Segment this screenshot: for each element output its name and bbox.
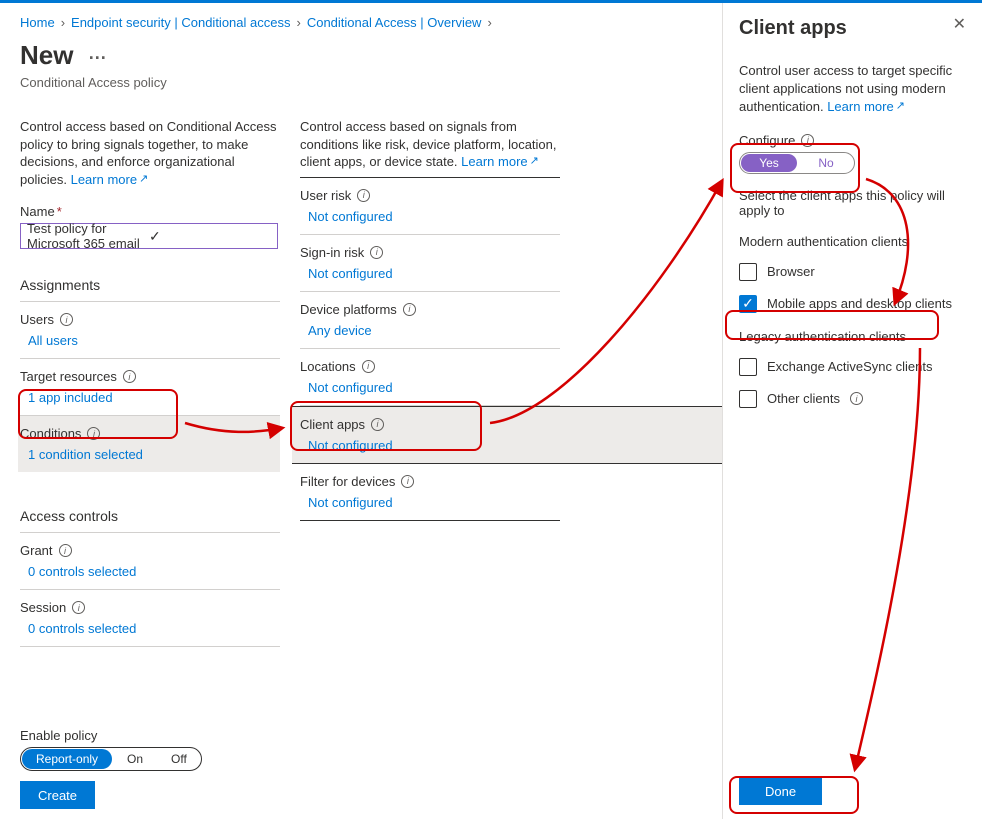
signin-risk-link[interactable]: Not configured bbox=[300, 260, 560, 292]
filter-devices-link[interactable]: Not configured bbox=[300, 489, 560, 521]
enable-policy-label: Enable policy bbox=[20, 728, 700, 743]
grant-link[interactable]: 0 controls selected bbox=[20, 558, 280, 590]
browser-checkbox-label: Browser bbox=[767, 264, 815, 279]
learn-more-link[interactable]: Learn more↗ bbox=[71, 172, 149, 187]
info-icon[interactable]: i bbox=[123, 370, 136, 383]
session-link[interactable]: 0 controls selected bbox=[20, 615, 280, 647]
session-label: Session bbox=[20, 600, 66, 615]
users-label: Users bbox=[20, 312, 54, 327]
enable-policy-toggle[interactable]: Report-only On Off bbox=[20, 747, 202, 771]
chevron-right-icon: › bbox=[487, 15, 491, 30]
info-icon[interactable]: i bbox=[850, 392, 863, 405]
chevron-right-icon: › bbox=[296, 15, 300, 30]
done-button[interactable]: Done bbox=[739, 777, 822, 805]
panel-description: Control user access to target specific c… bbox=[739, 62, 966, 117]
browser-checkbox[interactable] bbox=[739, 263, 757, 281]
learn-more-link-2[interactable]: Learn more↗ bbox=[461, 154, 539, 169]
info-icon[interactable]: i bbox=[87, 427, 100, 440]
configure-label: Configure bbox=[739, 133, 795, 148]
info-icon[interactable]: i bbox=[403, 303, 416, 316]
close-icon[interactable]: ✕ bbox=[953, 17, 966, 33]
target-resources-label: Target resources bbox=[20, 369, 117, 384]
filter-devices-label: Filter for devices bbox=[300, 474, 395, 489]
breadcrumb-endpoint-security[interactable]: Endpoint security | Conditional access bbox=[71, 15, 290, 30]
breadcrumb-conditional-access[interactable]: Conditional Access | Overview bbox=[307, 15, 482, 30]
locations-label: Locations bbox=[300, 359, 356, 374]
info-icon[interactable]: i bbox=[357, 189, 370, 202]
info-icon[interactable]: i bbox=[59, 544, 72, 557]
signin-risk-label: Sign-in risk bbox=[300, 245, 364, 260]
panel-title: Client apps bbox=[739, 17, 847, 40]
exchange-activesync-checkbox[interactable] bbox=[739, 358, 757, 376]
info-icon[interactable]: i bbox=[371, 418, 384, 431]
exchange-activesync-checkbox-label: Exchange ActiveSync clients bbox=[767, 359, 932, 374]
other-clients-checkbox-label: Other clients bbox=[767, 391, 840, 406]
configure-toggle[interactable]: Yes No bbox=[739, 152, 855, 174]
user-risk-link[interactable]: Not configured bbox=[300, 203, 560, 235]
name-input-value: Test policy for Microsoft 365 email bbox=[27, 221, 149, 251]
breadcrumb: Home › Endpoint security | Conditional a… bbox=[20, 15, 702, 30]
enable-policy-report-only[interactable]: Report-only bbox=[22, 749, 112, 769]
info-icon[interactable]: i bbox=[401, 475, 414, 488]
device-platforms-link[interactable]: Any device bbox=[300, 317, 560, 349]
enable-policy-off[interactable]: Off bbox=[157, 748, 201, 770]
users-link[interactable]: All users bbox=[20, 327, 280, 359]
learn-more-text: Learn more bbox=[71, 172, 137, 187]
checkmark-icon: ✓ bbox=[149, 228, 271, 245]
panel-learn-more-link[interactable]: Learn more↗ bbox=[827, 99, 905, 114]
conditions-label: Conditions bbox=[20, 426, 81, 441]
info-icon[interactable]: i bbox=[362, 360, 375, 373]
modern-auth-heading: Modern authentication clients bbox=[739, 234, 966, 249]
configure-no[interactable]: No bbox=[798, 153, 854, 173]
col1-description: Control access based on Conditional Acce… bbox=[20, 118, 280, 188]
client-apps-link[interactable]: Not configured bbox=[300, 432, 722, 463]
page-subtitle: Conditional Access policy bbox=[20, 75, 702, 90]
select-client-apps-text: Select the client apps this policy will … bbox=[739, 188, 966, 218]
info-icon[interactable]: i bbox=[801, 134, 814, 147]
info-icon[interactable]: i bbox=[72, 601, 85, 614]
grant-label: Grant bbox=[20, 543, 53, 558]
legacy-auth-heading: Legacy authentication clients bbox=[739, 329, 966, 344]
mobile-desktop-checkbox-label: Mobile apps and desktop clients bbox=[767, 296, 952, 311]
create-button[interactable]: Create bbox=[20, 781, 95, 809]
more-icon[interactable]: ··· bbox=[81, 48, 107, 68]
configure-yes[interactable]: Yes bbox=[741, 154, 797, 172]
assignments-heading: Assignments bbox=[20, 271, 280, 302]
page-title: New bbox=[20, 40, 73, 70]
locations-link[interactable]: Not configured bbox=[300, 374, 560, 406]
target-resources-link[interactable]: 1 app included bbox=[20, 384, 280, 416]
col2-description: Control access based on signals from con… bbox=[300, 118, 560, 171]
user-risk-label: User risk bbox=[300, 188, 351, 203]
name-input[interactable]: Test policy for Microsoft 365 email ✓ bbox=[20, 223, 278, 249]
conditions-link[interactable]: 1 condition selected bbox=[20, 441, 280, 472]
info-icon[interactable]: i bbox=[370, 246, 383, 259]
info-icon[interactable]: i bbox=[60, 313, 73, 326]
other-clients-checkbox[interactable] bbox=[739, 390, 757, 408]
chevron-right-icon: › bbox=[61, 15, 65, 30]
external-link-icon: ↗ bbox=[139, 172, 148, 187]
enable-policy-on[interactable]: On bbox=[113, 748, 157, 770]
external-link-icon: ↗ bbox=[530, 154, 539, 169]
name-label: Name* bbox=[20, 204, 280, 219]
client-apps-label: Client apps bbox=[300, 417, 365, 432]
device-platforms-label: Device platforms bbox=[300, 302, 397, 317]
breadcrumb-home[interactable]: Home bbox=[20, 15, 55, 30]
mobile-desktop-checkbox[interactable]: ✓ bbox=[739, 295, 757, 313]
access-controls-heading: Access controls bbox=[20, 502, 280, 533]
external-link-icon: ↗ bbox=[896, 99, 905, 114]
learn-more-text-2: Learn more bbox=[461, 154, 527, 169]
